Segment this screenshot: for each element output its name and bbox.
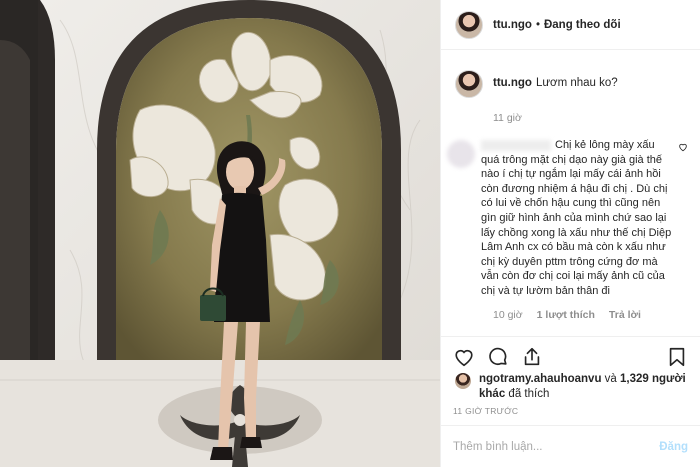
likes-conj: và: [604, 373, 617, 385]
share-button[interactable]: [521, 346, 543, 368]
comment-body: Chị kẻ lông mày xấu quá trông mặt chị dạ…: [481, 139, 672, 297]
like-button[interactable]: [453, 346, 475, 368]
caption-username[interactable]: ttu.ngo: [493, 77, 532, 89]
commenter-name-blurred: [481, 139, 551, 151]
comment-button[interactable]: [487, 346, 509, 368]
comment-icon: [489, 347, 507, 365]
header-separator: •: [535, 18, 540, 31]
likes-text: ngotramy.ahauhoanvu và 1,329 người khác …: [479, 372, 688, 402]
caption-row: ttu.ngo Lươm nhau ko?: [441, 58, 700, 98]
caption-time: 11 giờ: [493, 112, 522, 124]
author-avatar[interactable]: [455, 10, 483, 39]
caption-avatar[interactable]: [455, 70, 483, 98]
likes-suffix: đã thích: [508, 388, 550, 400]
heart-icon: [455, 349, 473, 366]
comment-text: Chị kẻ lông mày xấu quá trông mặt chị dạ…: [481, 138, 688, 299]
comment-likes-count[interactable]: 1 lượt thích: [537, 309, 595, 321]
post-side-panel: ttu.ngo • Đang theo dõi ttu.ngo Lươm nhau…: [440, 0, 700, 467]
author-username[interactable]: ttu.ngo: [493, 19, 532, 31]
post-header: ttu.ngo • Đang theo dõi: [441, 0, 700, 50]
caption-text: ttu.ngo Lươm nhau ko?: [493, 70, 618, 98]
post-photo: [0, 0, 440, 467]
add-comment-bar: Đăng: [441, 425, 700, 467]
comments-list: ttu.ngo Lươm nhau ko? 11 giờ Chị kẻ lông …: [441, 58, 700, 321]
likes-summary: ngotramy.ahauhoanvu và 1,329 người khác …: [455, 372, 688, 402]
comment-meta: 10 giờ 1 lượt thích Trả lời: [441, 309, 700, 321]
post-actions: [441, 336, 700, 376]
follow-status-button[interactable]: Đang theo dõi: [544, 19, 621, 31]
post-comment-button[interactable]: Đăng: [659, 441, 688, 453]
liker-avatar[interactable]: [455, 373, 471, 389]
liker-username[interactable]: ngotramy.ahauhoanvu: [479, 373, 601, 385]
commenter-avatar-blurred: [447, 140, 475, 168]
save-button[interactable]: [666, 346, 688, 368]
comment-item: Chị kẻ lông mày xấu quá trông mặt chị dạ…: [441, 124, 700, 299]
comment-like-heart-icon[interactable]: [678, 142, 688, 152]
bookmark-icon: [669, 347, 685, 366]
add-comment-input[interactable]: [453, 440, 660, 453]
comment-time: 10 giờ: [493, 308, 523, 321]
post-time-ago: 11 GIỜ TRƯỚC: [453, 406, 519, 416]
caption-body: Lươm nhau ko?: [535, 77, 618, 89]
comment-reply-button[interactable]: Trả lời: [609, 309, 641, 321]
share-icon: [524, 347, 540, 365]
